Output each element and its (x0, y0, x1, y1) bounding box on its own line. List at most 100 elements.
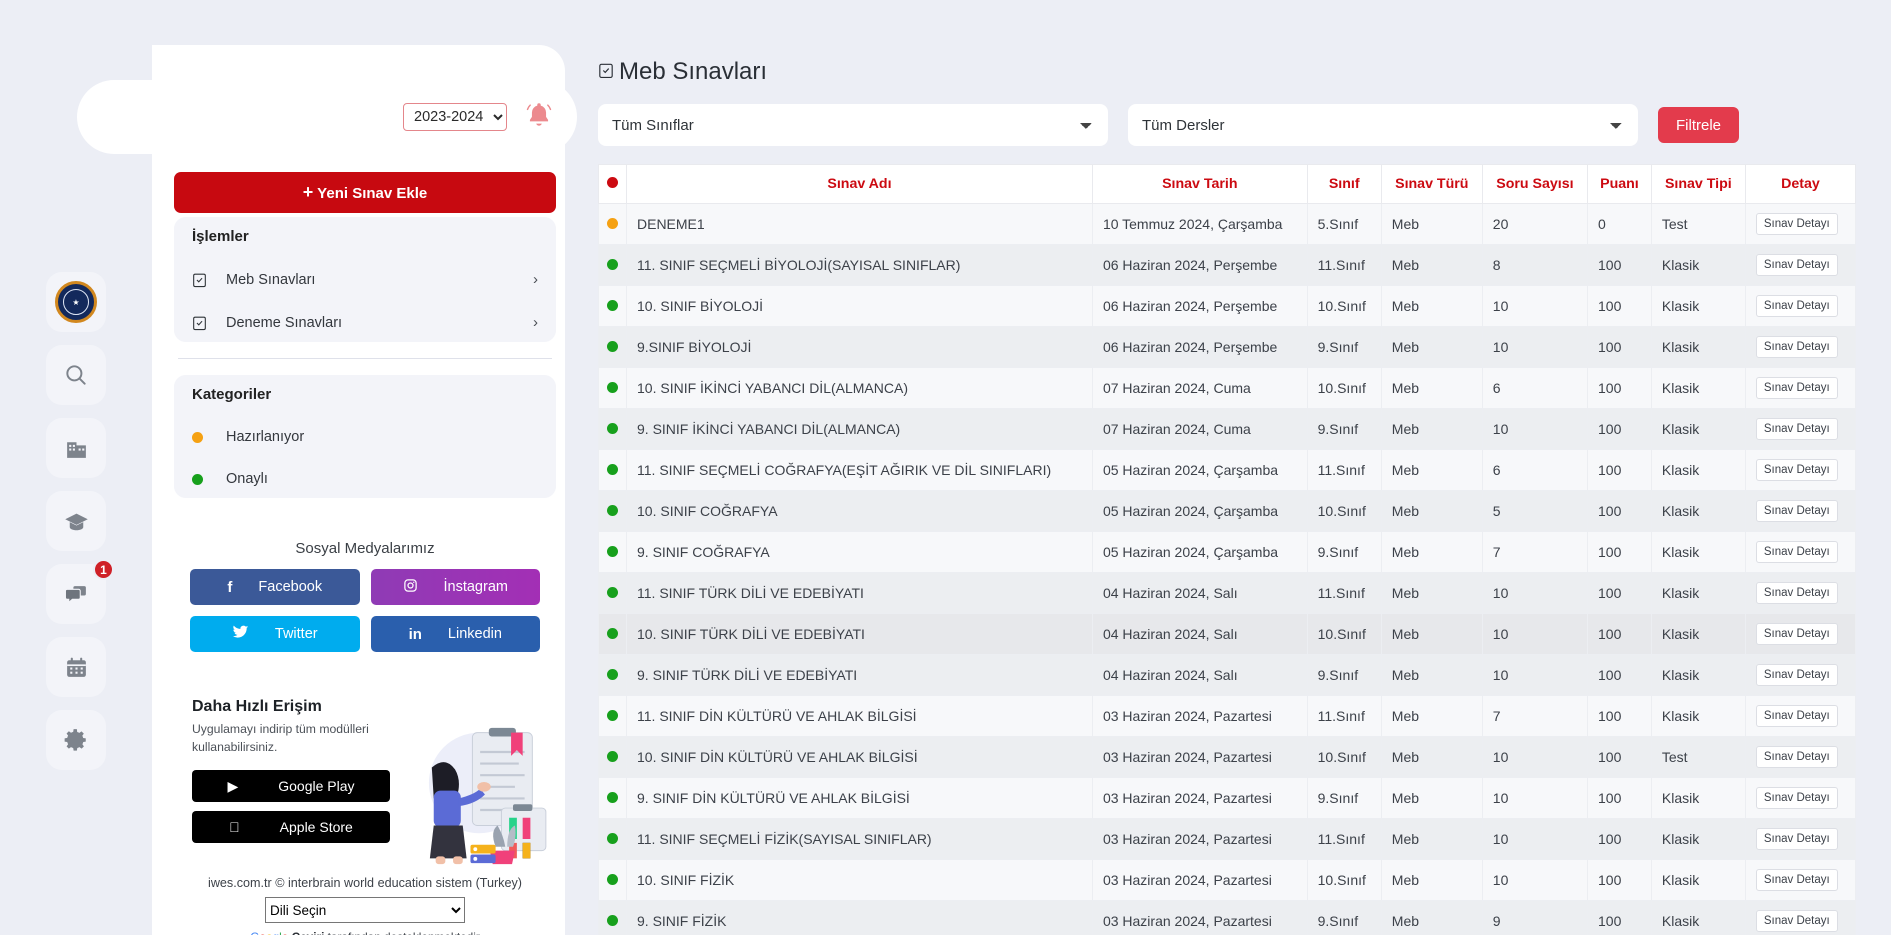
table-row[interactable]: 11. SINIF SEÇMELİ COĞRAFYA(EŞİT AĞIRIK V… (598, 449, 1857, 491)
row-score: 100 (1587, 285, 1652, 327)
table-row[interactable]: 9. SINIF FİZİK 03 Haziran 2024, Pazartesi… (598, 900, 1857, 935)
table-row[interactable]: 10. SINIF DİN KÜLTÜRÜ VE AHLAK BİLGİSİ 03… (598, 736, 1857, 778)
row-exam-type: Klasik (1650, 654, 1746, 696)
exam-detail-button[interactable]: Sınav Detayı (1755, 787, 1838, 809)
table-row[interactable]: 9. SINIF DİN KÜLTÜRÜ VE AHLAK BİLGİSİ 03 … (598, 777, 1857, 819)
exam-detail-button[interactable]: Sınav Detayı (1755, 377, 1838, 399)
table-row[interactable]: 10. SINIF COĞRAFYA 05 Haziran 2024, Çarşa… (598, 490, 1857, 532)
sidebar-item-meb-exams[interactable]: Meb Sınavları › (174, 260, 556, 299)
exam-detail-button[interactable]: Sınav Detayı (1755, 623, 1838, 645)
row-status-cell (598, 449, 627, 491)
exam-detail-button[interactable]: Sınav Detayı (1755, 541, 1838, 563)
notification-bell-button[interactable] (523, 99, 555, 136)
table-row[interactable]: 11. SINIF SEÇMELİ FİZİK(SAYISAL SINIFLAR… (598, 818, 1857, 860)
row-exam-date: 06 Haziran 2024, Perşembe (1091, 244, 1308, 286)
exam-detail-button[interactable]: Sınav Detayı (1755, 500, 1838, 522)
table-row[interactable]: DENEME1 10 Temmuz 2024, Çarşamba 5.Sınıf Me… (598, 203, 1857, 245)
rail-item-education[interactable] (46, 491, 106, 551)
sidebar-item-trial-exams[interactable]: Deneme Sınavları › (174, 303, 556, 342)
row-exam-date: 04 Haziran 2024, Salı (1091, 654, 1308, 696)
table-body: DENEME1 10 Temmuz 2024, Çarşamba 5.Sınıf Me… (598, 203, 1857, 935)
exam-detail-button[interactable]: Sınav Detayı (1755, 664, 1838, 686)
exam-detail-button[interactable]: Sınav Detayı (1755, 705, 1838, 727)
linkedin-button[interactable]: in Linkedin (370, 616, 540, 652)
exam-detail-button[interactable]: Sınav Detayı (1755, 582, 1838, 604)
google-play-button[interactable]: ▶ Google Play (192, 770, 390, 803)
col-detail[interactable]: Detay (1744, 164, 1857, 204)
col-score[interactable]: Puanı (1587, 164, 1652, 204)
col-question-count[interactable]: Soru Sayısı (1481, 164, 1589, 204)
rail-item-meb[interactable]: ★ (46, 272, 106, 332)
exams-table-container: Sınav Adı Sınav Tarih Sınıf Sınav Türü S… (598, 164, 1857, 935)
table-row[interactable]: 11. SINIF TÜRK DİLİ VE EDEBİYATI 04 Hazir… (598, 572, 1857, 614)
promo-illustration (428, 728, 547, 865)
apple-store-button[interactable]:  Apple Store (192, 811, 390, 844)
rail-item-messages[interactable]: 1 (46, 559, 114, 624)
status-dot-icon (607, 710, 618, 721)
row-class: 10.Sınıf (1306, 285, 1382, 327)
col-exam-date[interactable]: Sınav Tarih (1091, 164, 1308, 204)
row-detail-cell: Sınav Detayı (1744, 285, 1857, 327)
categories-heading: Kategoriler (174, 375, 556, 414)
twitter-button[interactable]: Twitter (190, 616, 360, 652)
row-exam-name: 10. SINIF BİYOLOJİ (626, 285, 1093, 327)
filter-button[interactable]: Filtrele (1658, 107, 1740, 143)
academic-year-select[interactable]: 2023-20242022-20232021-2022 (403, 103, 507, 131)
class-filter-select[interactable]: Tüm Sınıflar5.Sınıf6.Sınıf7.Sınıf9.Sınıf… (598, 104, 1108, 146)
exam-detail-button[interactable]: Sınav Detayı (1755, 828, 1838, 850)
col-class[interactable]: Sınıf (1306, 164, 1382, 204)
col-exam-name[interactable]: Sınav Adı (626, 164, 1093, 204)
exam-detail-button[interactable]: Sınav Detayı (1755, 459, 1838, 481)
table-row[interactable]: 11. SINIF DİN KÜLTÜRÜ VE AHLAK BİLGİSİ 03… (598, 695, 1857, 737)
row-score: 100 (1587, 777, 1652, 819)
exam-detail-button[interactable]: Sınav Detayı (1755, 213, 1838, 235)
exam-detail-button[interactable]: Sınav Detayı (1755, 336, 1838, 358)
table-row[interactable]: 10. SINIF FİZİK 03 Haziran 2024, Pazartes… (598, 859, 1857, 901)
row-exam-kind: Meb (1380, 859, 1483, 901)
table-row[interactable]: 9. SINIF TÜRK DİLİ VE EDEBİYATI 04 Hazira… (598, 654, 1857, 696)
row-detail-cell: Sınav Detayı (1744, 613, 1857, 655)
rail-item-institution[interactable] (46, 418, 106, 478)
table-row[interactable]: 10. SINIF İKİNCİ YABANCI DİL(ALMANCA) 07 … (598, 367, 1857, 409)
exam-detail-button[interactable]: Sınav Detayı (1755, 295, 1838, 317)
row-exam-name: 9. SINIF TÜRK DİLİ VE EDEBİYATI (626, 654, 1093, 696)
language-select[interactable]: Dili SeçinEnglishDeutsch (265, 897, 465, 924)
category-item-preparing[interactable]: Hazırlanıyor (174, 418, 556, 456)
row-question-count: 9 (1481, 900, 1589, 935)
exam-detail-button[interactable]: Sınav Detayı (1755, 418, 1838, 440)
exam-detail-button[interactable]: Sınav Detayı (1755, 254, 1838, 276)
row-exam-type: Klasik (1650, 490, 1746, 532)
rail-item-settings[interactable] (46, 710, 106, 770)
row-status-cell (598, 900, 627, 935)
table-row[interactable]: 9. SINIF İKİNCİ YABANCI DİL(ALMANCA) 07 H… (598, 408, 1857, 450)
lesson-filter-select[interactable]: Tüm DerslerBİYOLOJİCOĞRAFYAFİZİK (1128, 104, 1638, 146)
exam-detail-button[interactable]: Sınav Detayı (1755, 910, 1838, 932)
status-dot-icon (607, 259, 618, 270)
table-row[interactable]: 9. SINIF COĞRAFYA 05 Haziran 2024, Çarşam… (598, 531, 1857, 573)
operations-card: İşlemler Meb Sınavları › Deneme Sınavlar… (174, 217, 556, 342)
table-row[interactable]: 10. SINIF TÜRK DİLİ VE EDEBİYATI 04 Hazir… (598, 613, 1857, 655)
rail-item-search[interactable] (46, 345, 106, 405)
row-exam-date: 06 Haziran 2024, Perşembe (1091, 285, 1308, 327)
instagram-button[interactable]: İnstagram (370, 569, 540, 605)
row-score: 100 (1587, 695, 1652, 737)
row-class: 9.Sınıf (1306, 531, 1382, 573)
table-row[interactable]: 11. SINIF SEÇMELİ BİYOLOJİ(SAYISAL SINIF… (598, 244, 1857, 286)
facebook-button[interactable]: f Facebook (190, 569, 360, 605)
exam-detail-button[interactable]: Sınav Detayı (1755, 869, 1838, 891)
status-dot-orange-icon (192, 431, 226, 443)
row-status-cell (598, 859, 627, 901)
row-question-count: 10 (1481, 654, 1589, 696)
table-row[interactable]: 10. SINIF BİYOLOJİ 06 Haziran 2024, Perşe… (598, 285, 1857, 327)
col-exam-type[interactable]: Sınav Tipi (1650, 164, 1746, 204)
col-exam-kind[interactable]: Sınav Türü (1380, 164, 1483, 204)
exam-detail-button[interactable]: Sınav Detayı (1755, 746, 1838, 768)
add-new-exam-button[interactable]: + Yeni Sınav Ekle (174, 172, 556, 213)
table-row[interactable]: 9.SINIF BİYOLOJİ 06 Haziran 2024, Perşemb… (598, 326, 1857, 368)
row-exam-kind: Meb (1380, 408, 1483, 450)
category-item-approved[interactable]: Onaylı (174, 460, 556, 498)
row-exam-date: 06 Haziran 2024, Perşembe (1091, 326, 1308, 368)
rail-item-calendar[interactable] (46, 637, 106, 697)
row-exam-kind: Meb (1380, 285, 1483, 327)
col-status (598, 164, 627, 204)
